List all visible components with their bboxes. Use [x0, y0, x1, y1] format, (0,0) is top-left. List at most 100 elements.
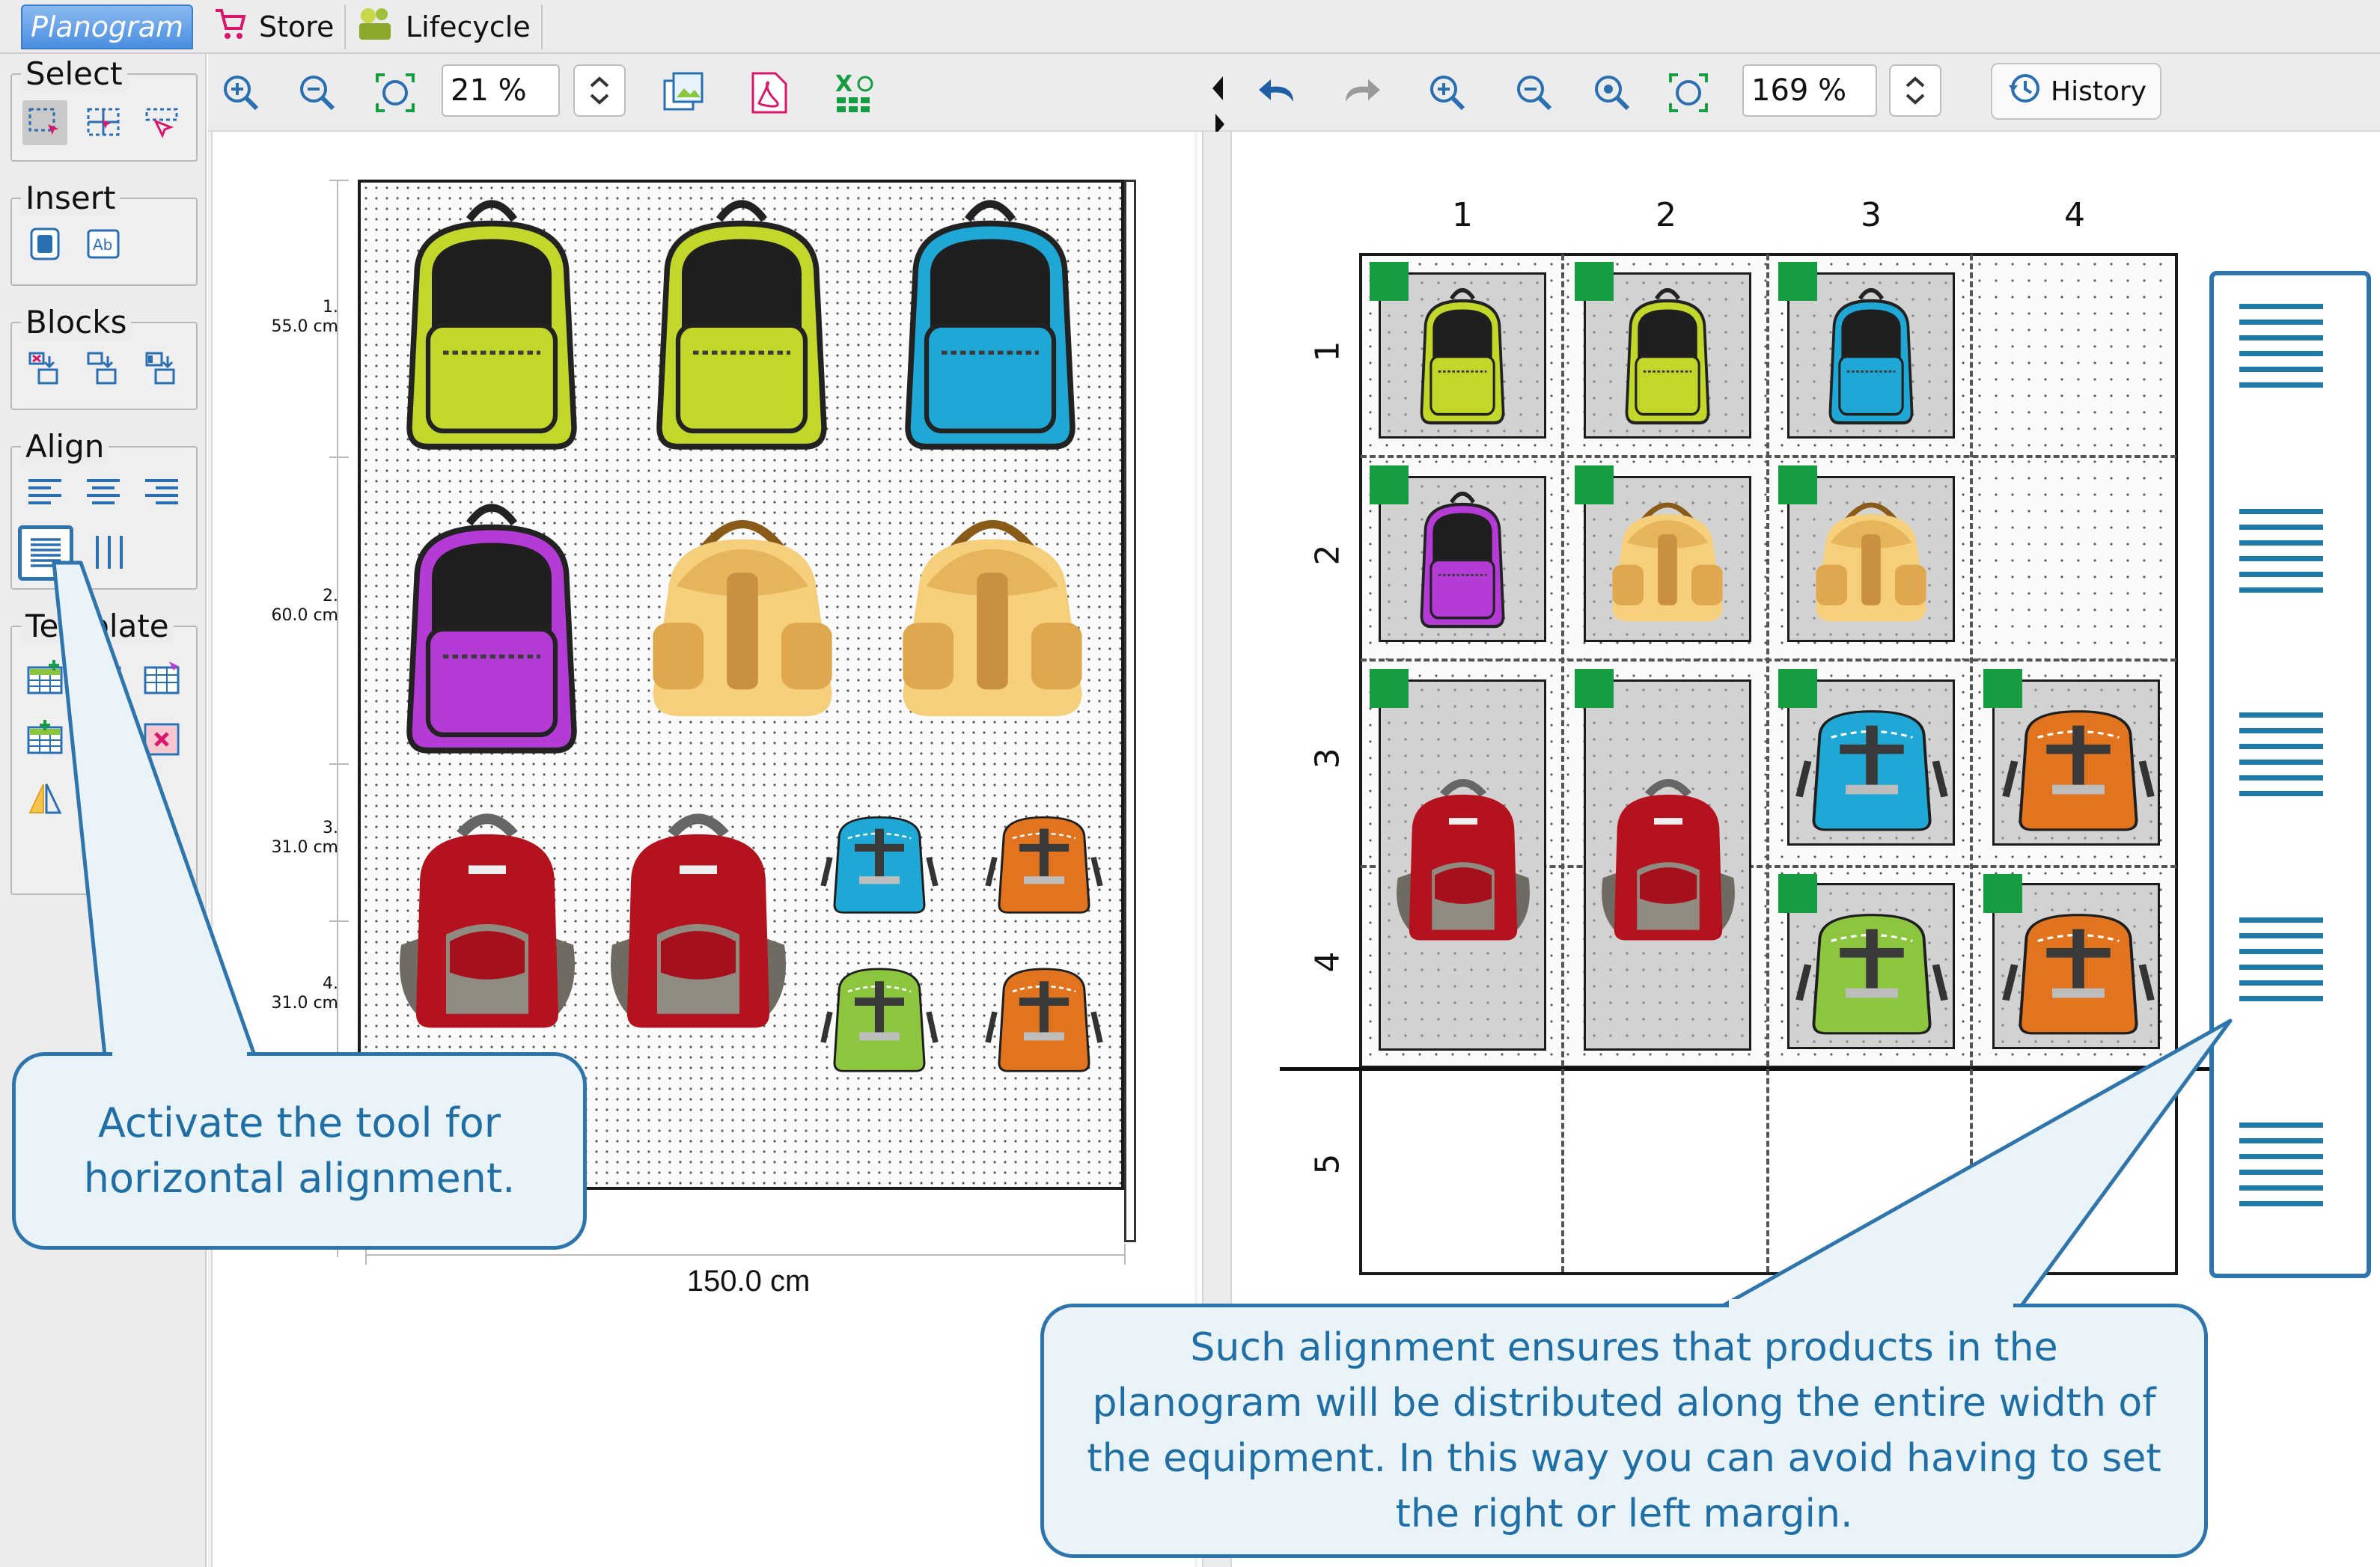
align-horizontal-distribute-icon[interactable] [18, 525, 73, 581]
template-grid-remove-icon[interactable] [139, 717, 184, 762]
product-cell[interactable] [1379, 679, 1546, 1051]
cell-marker [1983, 874, 2022, 913]
shelf-line [1280, 1067, 2260, 1071]
right-zoom-out-icon[interactable] [1507, 66, 1561, 120]
template-group-title: Template [21, 608, 174, 644]
insert-text-icon[interactable]: Ab [81, 222, 126, 266]
select-pointer-icon[interactable] [139, 100, 184, 145]
tab-planogram[interactable]: Planogram [21, 4, 193, 49]
row-label-5: 5 [1308, 1153, 1347, 1175]
select-grid-icon[interactable] [81, 100, 126, 145]
cell-marker [1778, 874, 1817, 913]
shelf-label-2: 2. 60.0 cm [271, 587, 338, 625]
shelf-label-1: 1. 55.0 cm [271, 298, 338, 336]
row-divider [1361, 455, 2176, 458]
callout-seam [112, 1048, 247, 1058]
column-label-1: 1 [1452, 196, 1473, 234]
zoom-reset-icon[interactable] [1585, 66, 1639, 120]
ruler-tick [1124, 1244, 1126, 1265]
align-left-icon[interactable] [22, 470, 67, 515]
cell-marker [1575, 262, 1614, 301]
svg-text:X: X [835, 71, 852, 97]
ruler-tick [329, 456, 349, 458]
cell-marker [1983, 669, 2022, 708]
select-rectangle-icon[interactable] [22, 100, 67, 145]
insert-group: Insert Ab [10, 180, 198, 286]
align-center-icon[interactable] [81, 470, 126, 515]
tab-bar: Planogram Store Lifecycle [0, 0, 2380, 54]
cart-icon [213, 6, 248, 49]
callout-seam [1729, 1299, 2013, 1310]
template-grid-add-icon[interactable] [22, 717, 67, 762]
shelf-label-4: 4. 31.0 cm [271, 974, 338, 1012]
right-fit-icon[interactable] [1662, 66, 1715, 120]
right-zoom-in-icon[interactable] [1421, 66, 1474, 120]
insert-product-icon[interactable] [22, 222, 67, 266]
row-label-2: 2 [1308, 544, 1347, 566]
insert-group-title: Insert [21, 180, 120, 216]
template-group: Template [10, 608, 198, 895]
tab-store-label: Store [259, 10, 335, 43]
align-group-title: Align [21, 428, 109, 465]
block-split-icon[interactable] [81, 346, 126, 391]
width-label: 150.0 cm [686, 1265, 811, 1298]
row-divider [1361, 659, 2176, 662]
left-zoom-value: 21 % [451, 73, 527, 108]
tab-lifecycle-label: Lifecycle [406, 10, 531, 43]
right-zoom-stepper[interactable] [1889, 64, 1941, 117]
right-zoom-value: 169 % [1751, 73, 1847, 108]
right-zoom-input[interactable]: 169 % [1742, 64, 1877, 117]
ruler-tick [329, 180, 349, 181]
template-edit-icon[interactable] [139, 657, 184, 702]
column-label-3: 3 [1861, 196, 1882, 234]
column-label-2: 2 [1656, 196, 1676, 234]
zoom-out-icon[interactable] [290, 66, 344, 120]
template-remove-icon[interactable] [81, 657, 126, 702]
tab-lifecycle[interactable]: Lifecycle [344, 4, 543, 49]
left-zoom-stepper[interactable] [573, 64, 626, 117]
callout-left-text: Activate the tool for horizontal alignme… [83, 1099, 516, 1202]
width-ruler [365, 1254, 1126, 1256]
column-label-4: 4 [2064, 196, 2085, 234]
left-view-toolbar: 21 % X [208, 54, 1202, 132]
column-divider [1970, 254, 1973, 1272]
align-vertical-distribute-icon[interactable] [87, 530, 132, 575]
fit-icon[interactable] [368, 66, 422, 120]
tab-store[interactable]: Store [202, 4, 347, 49]
collapse-left-arrow-icon[interactable] [1212, 76, 1223, 100]
callout-right-text: Such alignment ensures that products in … [1087, 1325, 2161, 1536]
history-icon [2006, 70, 2042, 113]
select-group-title: Select [21, 55, 127, 92]
cell-marker [1575, 465, 1614, 504]
template-add-icon[interactable] [22, 657, 67, 702]
product-cell[interactable] [1584, 679, 1751, 1051]
zoom-in-icon[interactable] [214, 66, 268, 120]
redo-icon[interactable] [1335, 66, 1389, 120]
excel-export-icon[interactable]: X [829, 66, 883, 120]
callout-right: Such alignment ensures that products in … [1040, 1304, 2208, 1558]
align-right-icon[interactable] [139, 470, 184, 515]
history-label: History [2051, 76, 2147, 107]
template-mirror-icon[interactable] [22, 777, 67, 822]
blocks-group-title: Blocks [21, 304, 132, 340]
block-add-icon[interactable] [22, 346, 67, 391]
callout-left: Activate the tool for horizontal alignme… [12, 1052, 587, 1250]
alignment-preview-box [2209, 271, 2371, 1278]
image-export-icon[interactable] [657, 66, 711, 120]
pdf-export-icon[interactable] [742, 66, 796, 120]
pegboard [358, 180, 1124, 1190]
tab-planogram-label: Planogram [30, 10, 184, 43]
cell-marker [1778, 262, 1817, 301]
select-group: Select [10, 55, 198, 162]
cell-marker [1778, 465, 1817, 504]
cell-marker [1370, 465, 1409, 504]
undo-icon[interactable] [1250, 66, 1304, 120]
row-label-4: 4 [1308, 951, 1347, 973]
align-group: Align [10, 428, 198, 590]
column-divider [1766, 254, 1769, 1272]
block-merge-icon[interactable] [139, 346, 184, 391]
left-zoom-input[interactable]: 21 % [442, 64, 560, 117]
row-label-3: 3 [1308, 748, 1347, 769]
cell-marker [1370, 669, 1409, 708]
history-button[interactable]: History [1991, 63, 2162, 120]
